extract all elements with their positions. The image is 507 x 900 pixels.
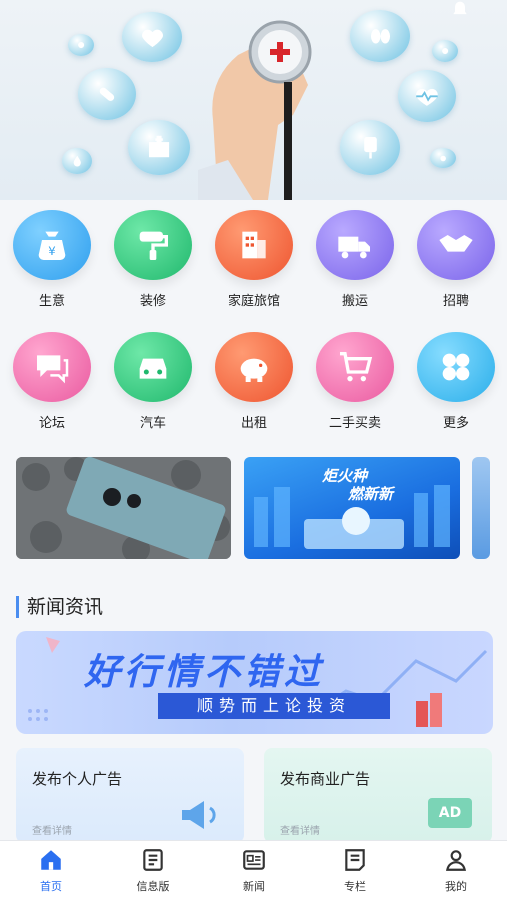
- category-label: 二手买卖: [328, 416, 381, 431]
- tab-label: 专栏: [344, 880, 366, 893]
- tab-profile[interactable]: 我的: [416, 847, 496, 894]
- piggy-bank-icon: [215, 332, 293, 402]
- tab-news[interactable]: 新闻: [214, 847, 294, 894]
- category-label: 搬运: [341, 294, 368, 309]
- pill-icon: [78, 68, 136, 120]
- category-decoration[interactable]: 装修: [107, 210, 199, 309]
- phone-on-rocks-image: [16, 457, 231, 559]
- promo-banner-phone[interactable]: [16, 457, 231, 559]
- heart-rate-icon: [398, 70, 456, 122]
- paint-roller-icon: [114, 210, 192, 280]
- bell-icon[interactable]: [449, 0, 471, 20]
- news-icon: [243, 850, 265, 870]
- tab-home[interactable]: 首页: [11, 847, 91, 894]
- promo-banner-partial[interactable]: [472, 457, 490, 559]
- more-icon: [417, 332, 495, 402]
- tab-label: 信息版: [136, 880, 170, 893]
- category-moving[interactable]: 搬运: [309, 210, 401, 309]
- cart-icon: [316, 332, 394, 402]
- card-title: 发布商业广告: [280, 770, 371, 788]
- category-second-hand[interactable]: 二手买卖: [309, 332, 401, 431]
- business-ad-card[interactable]: 发布商业广告 查看详情 AD: [264, 748, 492, 843]
- category-forum[interactable]: 论坛: [6, 332, 98, 431]
- truck-icon: [316, 210, 394, 280]
- category-label: 汽车: [139, 416, 166, 431]
- category-recruit[interactable]: 招聘: [410, 210, 502, 309]
- stethoscope-hand-image: [198, 20, 312, 200]
- kidney-icon: [350, 10, 410, 62]
- tab-info-board[interactable]: 信息版: [113, 847, 193, 894]
- promo-banner-tech[interactable]: 炬火种 燃新新: [244, 457, 460, 559]
- tab-column[interactable]: 专栏: [315, 847, 395, 894]
- category-label: 更多: [442, 416, 469, 431]
- blood-drop-icon: [62, 148, 92, 174]
- card-subtitle: 查看详情: [280, 826, 320, 837]
- category-label: 装修: [139, 294, 166, 309]
- news-banner-headline: 好行情不错过: [84, 652, 325, 693]
- section-title: 新闻资讯: [16, 596, 103, 618]
- card-title: 发布个人广告: [32, 770, 123, 788]
- info-board-icon: [143, 849, 163, 871]
- category-rent[interactable]: 出租: [208, 332, 300, 431]
- bottom-tab-bar: 首页 信息版 新闻 专栏 我的: [0, 840, 507, 900]
- category-label: 家庭旅馆: [227, 294, 280, 309]
- car-icon: [114, 332, 192, 402]
- column-icon: [345, 849, 365, 871]
- megaphone-icon: [182, 801, 216, 829]
- hospital-icon: [128, 120, 190, 175]
- home-icon: [41, 850, 61, 870]
- category-more[interactable]: 更多: [410, 332, 502, 431]
- tab-label: 首页: [40, 880, 62, 893]
- category-label: 论坛: [38, 416, 65, 431]
- card-subtitle: 查看详情: [32, 826, 72, 837]
- category-label: 招聘: [442, 294, 469, 309]
- pills-icon: [432, 40, 458, 62]
- profile-icon: [446, 850, 466, 871]
- category-family-hotel[interactable]: 家庭旅馆: [208, 210, 300, 309]
- category-label: 出租: [240, 416, 267, 431]
- news-banner-subtitle: 顺势而上论投资: [158, 693, 390, 719]
- news-banner[interactable]: 好行情不错过 顺势而上论投资: [16, 631, 493, 734]
- category-car[interactable]: 汽车: [107, 332, 199, 431]
- category-label: 生意: [38, 294, 65, 309]
- money-bag-icon: ¥: [13, 210, 91, 280]
- tab-label: 我的: [445, 880, 467, 893]
- ad-icon: AD: [428, 798, 472, 828]
- pills-icon: [430, 148, 456, 168]
- banner-title: 燃新新: [348, 485, 394, 503]
- heart-icon: [122, 12, 182, 62]
- hero-banner[interactable]: [0, 0, 507, 200]
- chat-icon: [13, 332, 91, 402]
- iv-bag-icon: [340, 120, 400, 175]
- svg-text:¥: ¥: [48, 244, 55, 258]
- handshake-icon: [417, 210, 495, 280]
- building-icon: [215, 210, 293, 280]
- lungs-icon: [68, 34, 94, 56]
- tab-label: 新闻: [243, 880, 265, 893]
- personal-ad-card[interactable]: 发布个人广告 查看详情: [16, 748, 244, 843]
- category-business[interactable]: ¥ 生意: [6, 210, 98, 309]
